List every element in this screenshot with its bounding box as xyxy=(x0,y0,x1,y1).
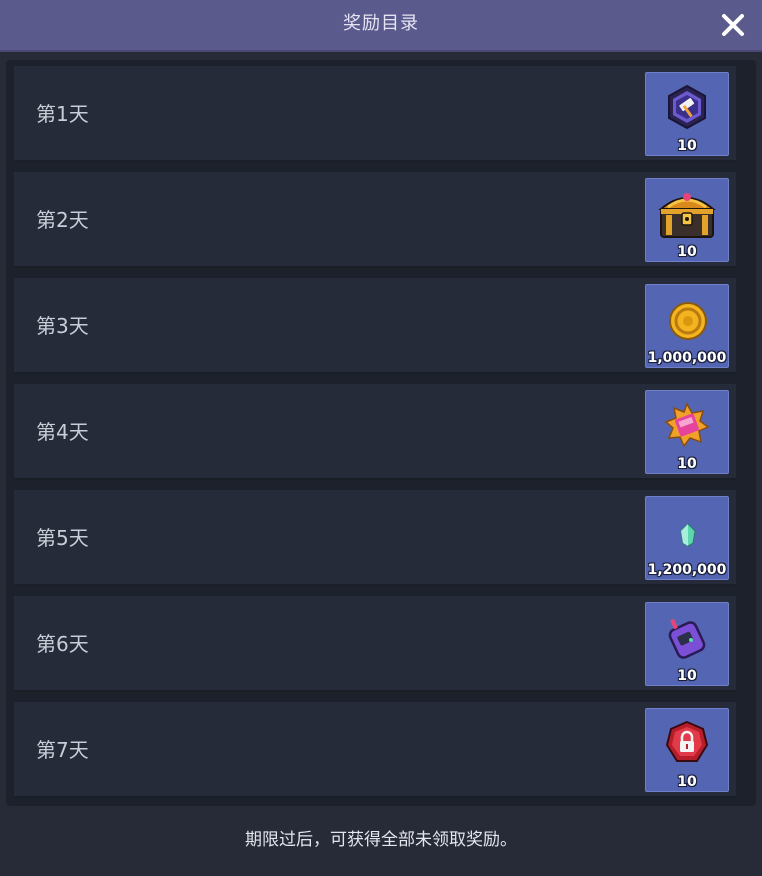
reward-quantity: 10 xyxy=(677,774,697,790)
reward-slot[interactable]: 1,200,000 xyxy=(645,496,729,580)
reward-quantity: 10 xyxy=(677,456,697,472)
crystal-shard-icon xyxy=(680,523,696,547)
dialog-header: 奖励目录 xyxy=(0,0,762,52)
footer-note: 期限过后，可获得全部未领取奖励。 xyxy=(245,830,517,850)
list-item-day-3: 第3天 1,000,000 xyxy=(14,278,736,374)
reward-slot[interactable]: 10 xyxy=(645,390,729,474)
day-label: 第7天 xyxy=(36,738,89,762)
reward-quantity: 10 xyxy=(677,138,697,154)
gold-coin-icon xyxy=(669,302,707,340)
reward-quantity: 1,000,000 xyxy=(647,350,727,366)
reward-slot[interactable]: 1,000,000 xyxy=(645,284,729,368)
reward-quantity: 10 xyxy=(677,244,697,260)
reward-catalog-dialog: 奖励目录 第1天 10 第2天 10 第3天 1,000,000 第4天 10 … xyxy=(0,0,762,876)
day-label: 第2天 xyxy=(36,208,89,232)
treasure-chest-icon xyxy=(658,193,716,238)
day-label: 第6天 xyxy=(36,632,89,656)
hammer-emblem-icon xyxy=(668,84,706,130)
reward-quantity: 10 xyxy=(677,668,697,684)
list-item-day-2: 第2天 10 xyxy=(14,172,736,268)
day-label: 第4天 xyxy=(36,420,89,444)
pink-gem-ticket-icon xyxy=(664,402,710,448)
day-label: 第3天 xyxy=(36,314,89,338)
close-icon xyxy=(722,14,744,36)
reward-slot[interactable]: 10 xyxy=(645,178,729,262)
close-button[interactable] xyxy=(716,8,750,42)
list-item-day-6: 第6天 10 xyxy=(14,596,736,692)
dialog-title: 奖励目录 xyxy=(343,13,419,34)
red-lock-emblem-icon xyxy=(665,720,709,762)
list-item-day-4: 第4天 10 xyxy=(14,384,736,480)
day-label: 第5天 xyxy=(36,526,89,550)
reward-list: 第1天 10 第2天 10 第3天 1,000,000 第4天 10 第5天 1… xyxy=(6,60,756,806)
reward-slot[interactable]: 10 xyxy=(645,72,729,156)
list-item-day-5: 第5天 1,200,000 xyxy=(14,490,736,586)
purple-device-icon xyxy=(668,618,706,659)
list-item-day-1: 第1天 10 xyxy=(14,66,736,162)
list-item-day-7: 第7天 10 xyxy=(14,702,736,798)
day-label: 第1天 xyxy=(36,102,89,126)
reward-quantity: 1,200,000 xyxy=(647,562,727,578)
reward-slot[interactable]: 10 xyxy=(645,602,729,686)
reward-slot[interactable]: 10 xyxy=(645,708,729,792)
